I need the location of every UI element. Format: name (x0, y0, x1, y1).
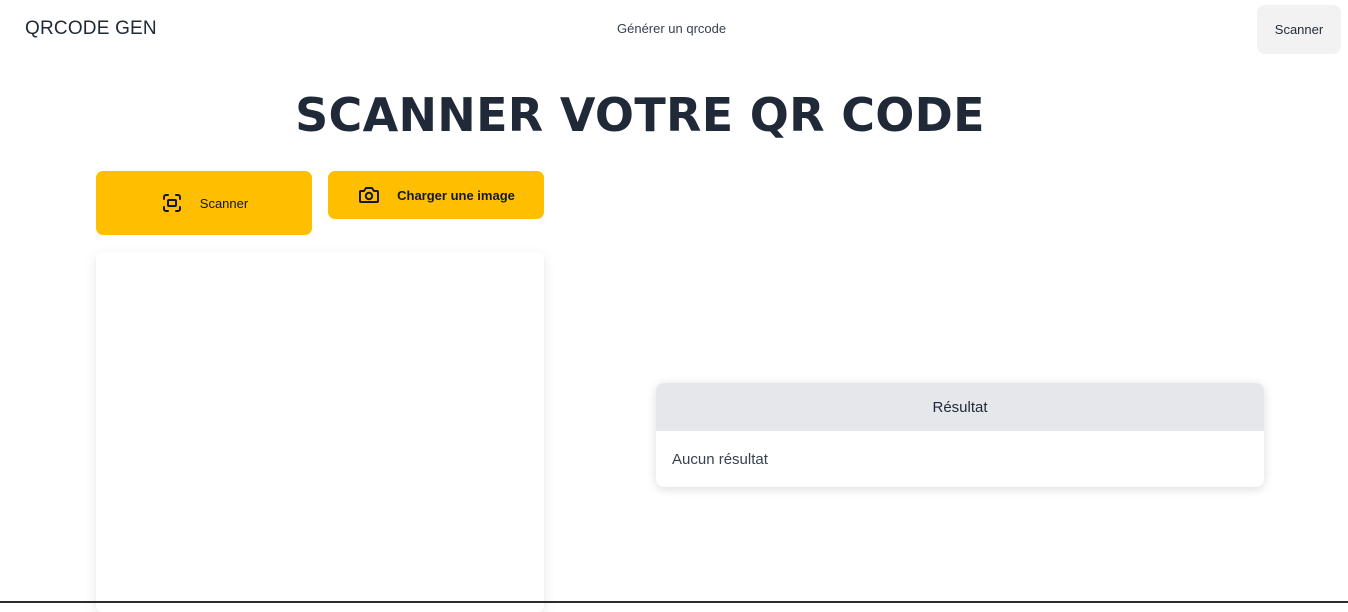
result-value: Aucun résultat (672, 451, 768, 468)
page-title: SCANNER VOTRE QR CODE (295, 88, 985, 142)
camera-icon (357, 183, 381, 207)
nav-scanner-button[interactable]: Scanner (1257, 5, 1341, 54)
scan-button[interactable]: Scanner (96, 171, 312, 235)
upload-image-button[interactable]: Charger une image (328, 171, 544, 219)
result-header: Résultat (656, 383, 1264, 431)
nav-link-generate[interactable]: Générer un qrcode (617, 21, 726, 36)
scan-frame-icon (160, 191, 184, 215)
upload-button-label: Charger une image (397, 187, 515, 203)
scan-button-label: Scanner (199, 195, 249, 211)
result-card: Résultat Aucun résultat (656, 383, 1264, 487)
navbar: QRCODE GEN Générer un qrcode Scanner (0, 0, 1348, 60)
brand-logo[interactable]: QRCODE GEN (25, 18, 157, 40)
scanner-viewport (96, 252, 544, 612)
